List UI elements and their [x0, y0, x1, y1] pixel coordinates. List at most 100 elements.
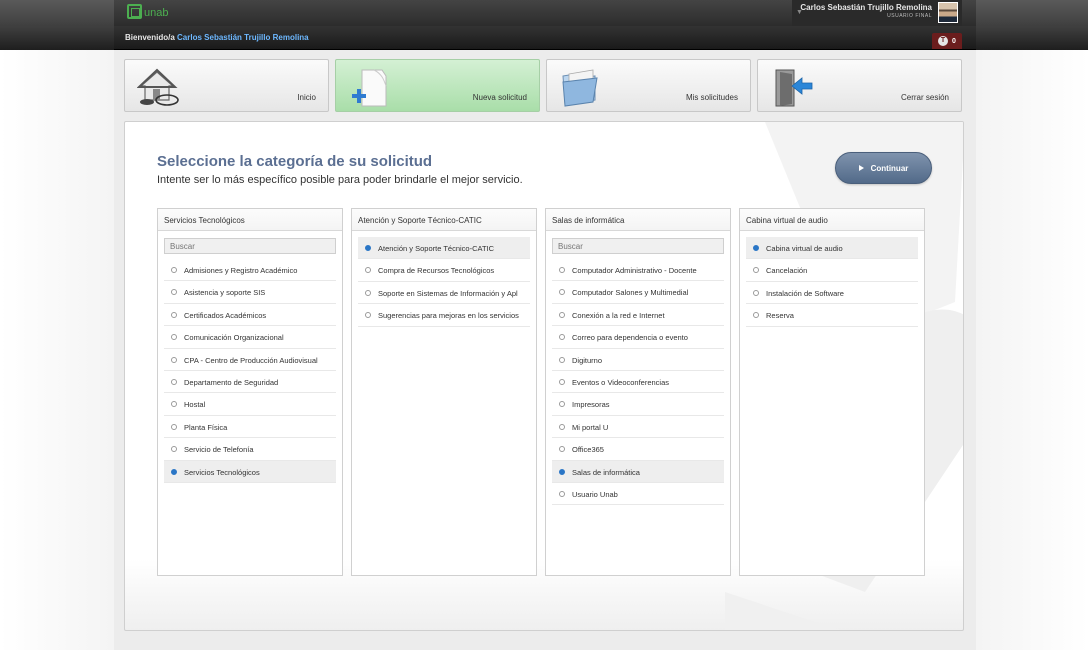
notification-icon: T — [938, 36, 949, 46]
radio-button[interactable] — [559, 378, 565, 385]
page-subtitle: Intente ser lo más específico posible pa… — [157, 174, 523, 186]
unab-logo-icon — [127, 4, 142, 19]
page-background-left — [0, 50, 114, 650]
radio-button[interactable] — [559, 289, 565, 296]
list-item[interactable]: Planta Física — [164, 416, 336, 439]
radio-button[interactable] — [559, 446, 565, 453]
list-item-selected[interactable]: Salas de informática — [552, 460, 724, 483]
radio-button[interactable] — [559, 356, 565, 363]
radio-button[interactable] — [753, 245, 759, 251]
radio-button[interactable] — [365, 289, 371, 296]
home-icon — [137, 68, 179, 106]
avatar[interactable] — [938, 2, 958, 23]
list-item[interactable]: Instalación de Software — [746, 282, 918, 305]
page-background-right — [976, 50, 1088, 650]
nav-tile-label: Inicio — [297, 93, 316, 102]
radio-button[interactable] — [753, 267, 759, 274]
welcome-user-name: Carlos Sebastián Trujillo Remolina — [177, 33, 309, 42]
column-header: Servicios Tecnológicos — [158, 209, 342, 231]
nav-tile-label: Cerrar sesión — [900, 93, 949, 102]
nav-tile-cerrar-sesion[interactable]: Cerrar sesión — [757, 59, 962, 112]
user-name: Carlos Sebastián Trujillo Remolina — [800, 3, 932, 12]
radio-button[interactable] — [171, 267, 177, 273]
new-request-icon — [352, 69, 387, 107]
radio-button[interactable] — [365, 267, 371, 274]
list-item[interactable]: Reserva — [746, 304, 918, 327]
list-item[interactable]: Mi portal U — [552, 416, 724, 439]
continue-button[interactable]: Continuar — [835, 152, 932, 184]
radio-button[interactable] — [365, 312, 371, 319]
radio-button[interactable] — [171, 446, 177, 453]
list-item[interactable]: Admisiones y Registro Académico — [164, 259, 336, 282]
list-item[interactable]: Hostal — [164, 393, 336, 416]
radio-button[interactable] — [559, 401, 565, 408]
list-item[interactable]: Departamento de Seguridad — [164, 371, 336, 394]
list-item[interactable]: Cancelación — [746, 259, 918, 282]
nav-tile-label: Mis solicitudes — [685, 93, 738, 102]
radio-button[interactable] — [753, 289, 759, 296]
list-item[interactable]: Servicio de Telefonía — [164, 438, 336, 461]
welcome-prefix: Bienvenido/a — [125, 33, 175, 42]
list-item[interactable]: Computador Salones y Multimedial — [552, 281, 724, 304]
list-item[interactable]: Asistencia y soporte SIS — [164, 281, 336, 304]
nav-tile-inicio[interactable]: Inicio — [124, 59, 329, 112]
continue-label: Continuar — [870, 163, 909, 173]
notifications-button[interactable]: T 0 — [932, 33, 962, 49]
radio-button[interactable] — [559, 468, 565, 475]
radio-button[interactable] — [171, 311, 177, 318]
radio-button[interactable] — [559, 267, 565, 273]
search-input[interactable] — [164, 238, 336, 254]
user-role: USUARIO FINAL — [887, 13, 932, 19]
column-header: Atención y Soporte Técnico-CATIC — [352, 209, 536, 231]
search-input[interactable] — [552, 238, 724, 254]
list-item[interactable]: Conexión a la red e Internet — [552, 304, 724, 327]
radio-button[interactable] — [171, 378, 177, 385]
nav-tile-mis-solicitudes[interactable]: Mis solicitudes — [546, 59, 751, 112]
page-title: Seleccione la categoría de su solicitud — [157, 153, 433, 170]
category-column: Atención y Soporte Técnico-CATIC Atenció… — [351, 208, 537, 576]
radio-button[interactable] — [559, 423, 565, 430]
list-item[interactable]: CPA - Centro de Producción Audiovisual — [164, 349, 336, 371]
radio-button[interactable] — [171, 423, 177, 430]
logout-door-icon — [775, 69, 813, 107]
list-item[interactable]: Impresoras — [552, 393, 724, 416]
list-item[interactable]: Correo para dependencia o evento — [552, 326, 724, 349]
list-item-selected[interactable]: Servicios Tecnológicos — [164, 460, 336, 483]
logo-text: unab — [144, 7, 169, 19]
category-list: Cabina virtual de audio Cancelación Inst… — [740, 231, 924, 327]
list-item[interactable]: Usuario Unab — [552, 483, 724, 506]
list-item-selected[interactable]: Cabina virtual de audio — [746, 237, 918, 260]
radio-button[interactable] — [171, 289, 177, 296]
nav-tile-nueva-solicitud[interactable]: Nueva solicitud — [335, 59, 540, 112]
unab-logo[interactable]: unab — [127, 4, 168, 19]
list-item[interactable]: Compra de Recursos Tecnológicos — [358, 259, 530, 282]
category-list: Computador Administrativo - Docente Comp… — [546, 259, 730, 506]
column-header: Salas de informática — [546, 209, 730, 231]
radio-button[interactable] — [559, 311, 565, 318]
radio-button[interactable] — [559, 490, 565, 497]
list-item[interactable]: Eventos o Videoconferencias — [552, 371, 724, 394]
list-item-selected[interactable]: Atención y Soporte Técnico-CATIC — [358, 237, 530, 260]
category-list: Admisiones y Registro Académico Asistenc… — [158, 259, 342, 483]
radio-button[interactable] — [171, 401, 177, 408]
radio-button[interactable] — [559, 334, 565, 341]
list-item[interactable]: Soporte en Sistemas de Información y Apl — [358, 282, 530, 305]
radio-button[interactable] — [171, 334, 177, 341]
list-item[interactable]: Digiturno — [552, 349, 724, 371]
notification-count: 0 — [952, 37, 956, 45]
list-item[interactable]: Sugerencias para mejoras en los servicio… — [358, 304, 530, 327]
radio-button[interactable] — [171, 356, 177, 363]
welcome-message: Bienvenido/a Carlos Sebastián Trujillo R… — [125, 33, 309, 42]
category-column: Salas de informática Computador Administ… — [545, 208, 731, 576]
play-icon — [858, 165, 864, 171]
list-item[interactable]: Office365 — [552, 438, 724, 461]
category-column: Servicios Tecnológicos Admisiones y Regi… — [157, 208, 343, 576]
folder-icon — [562, 69, 598, 107]
radio-button[interactable] — [753, 312, 759, 319]
radio-button[interactable] — [365, 245, 371, 251]
column-header: Cabina virtual de audio — [740, 209, 924, 231]
list-item[interactable]: Computador Administrativo - Docente — [552, 259, 724, 282]
radio-button[interactable] — [171, 468, 177, 475]
list-item[interactable]: Certificados Académicos — [164, 304, 336, 327]
list-item[interactable]: Comunicación Organizacional — [164, 326, 336, 349]
